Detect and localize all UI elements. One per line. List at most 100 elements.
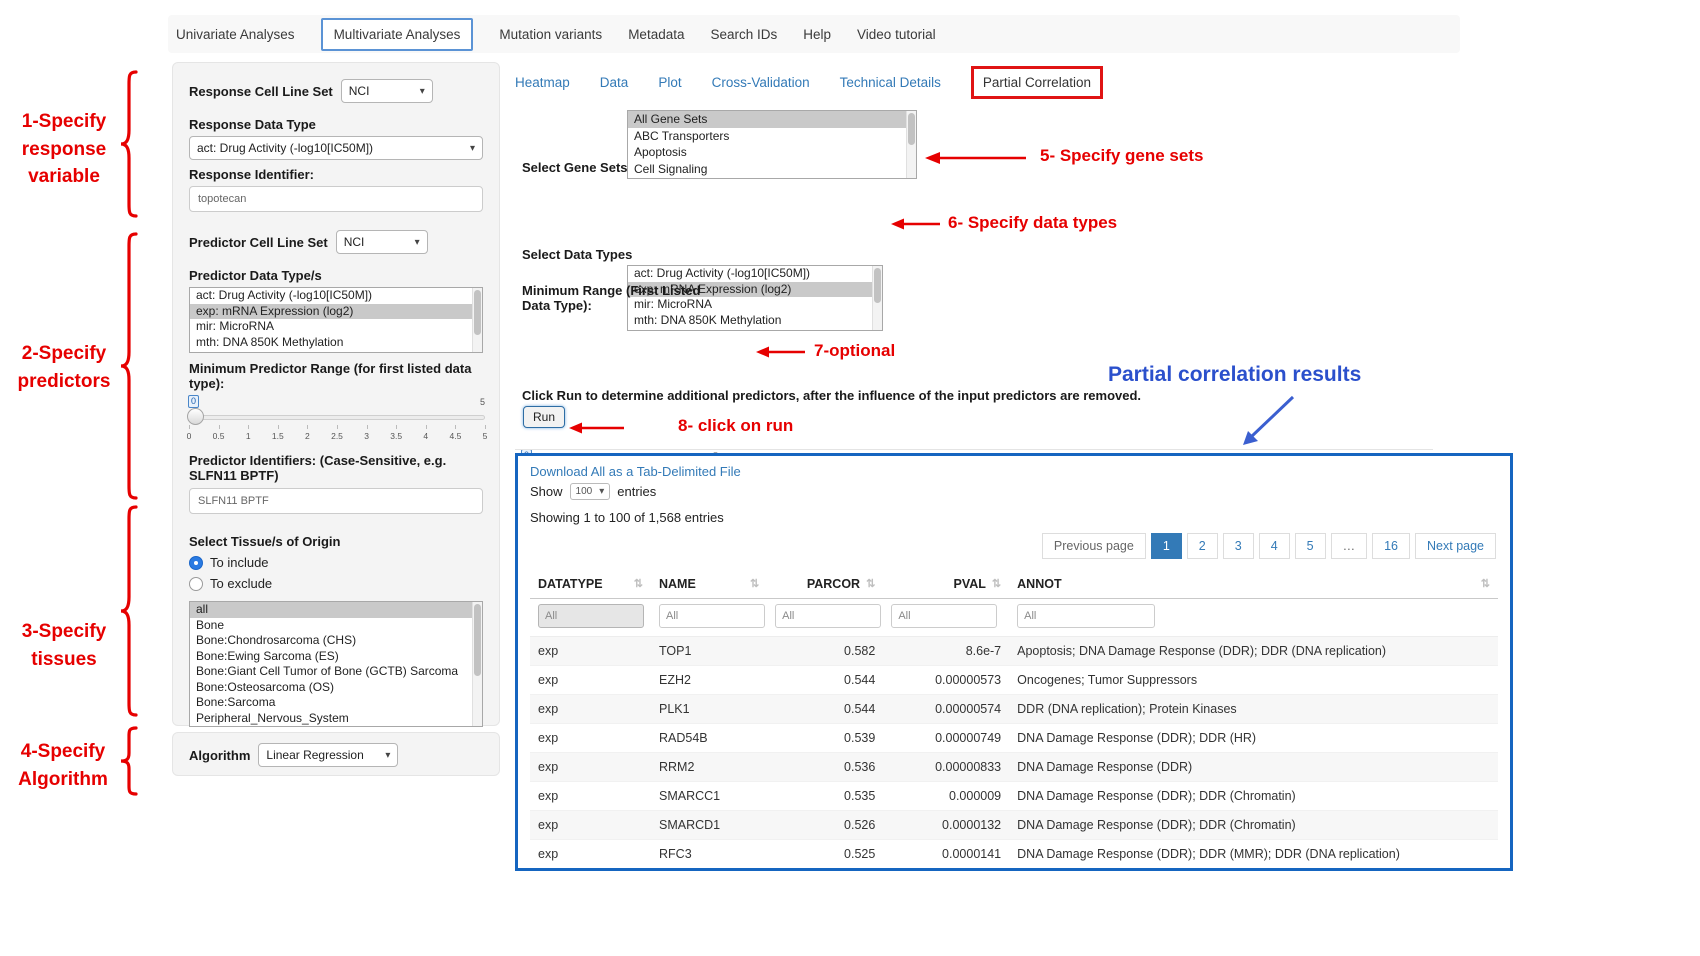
tab-plot[interactable]: Plot (658, 75, 681, 90)
col-label: NAME (659, 577, 696, 591)
chevron-down-icon: ▾ (599, 486, 604, 497)
predictor-data-types-list[interactable]: act: Drug Activity (-log10[IC50M]) exp: … (189, 287, 483, 353)
page-button[interactable]: 4 (1259, 533, 1290, 559)
response-cell-line-set-select[interactable]: NCI ▾ (341, 79, 433, 103)
cell-pval: 0.00000749 (883, 724, 1009, 753)
slider-track[interactable] (189, 415, 485, 420)
min-predictor-range-slider[interactable]: 0 5 0 0.5 1 1.5 2 2.5 3 3.5 4 4.5 5 (189, 399, 485, 443)
page-button-active[interactable]: 1 (1151, 533, 1182, 559)
nav-mutation-variants[interactable]: Mutation variants (499, 27, 602, 42)
list-option[interactable]: Bone (190, 618, 482, 634)
scrollbar[interactable] (872, 266, 882, 330)
cell-datatype: exp (530, 811, 651, 840)
nav-metadata[interactable]: Metadata (628, 27, 684, 42)
list-option-selected[interactable]: exp: mRNA Expression (log2) (190, 304, 482, 320)
tab-data[interactable]: Data (600, 75, 629, 90)
col-header-parcor[interactable]: ⇅PARCOR (767, 569, 883, 599)
list-option[interactable]: Bone:Sarcoma (190, 695, 482, 711)
col-header-pval[interactable]: ⇅PVAL (883, 569, 1009, 599)
page-button[interactable]: 2 (1187, 533, 1218, 559)
page-button[interactable]: 16 (1372, 533, 1410, 559)
tab-partial-correlation[interactable]: Partial Correlation (983, 75, 1091, 90)
list-option[interactable]: Peripheral_Nervous_System (190, 711, 482, 727)
list-option[interactable]: ABC Transporters (628, 128, 916, 145)
list-option[interactable]: act: Drug Activity (-log10[IC50M]) (628, 266, 882, 282)
scrollbar[interactable] (906, 111, 916, 178)
predictor-cell-line-set-select[interactable]: NCI ▾ (336, 230, 428, 254)
sort-icon[interactable]: ⇅ (750, 577, 759, 590)
list-option[interactable]: mir: MicroRNA (190, 319, 482, 335)
download-link[interactable]: Download All as a Tab-Delimited File (530, 464, 741, 479)
nav-multivariate-analyses[interactable]: Multivariate Analyses (321, 18, 474, 51)
tab-technical-details[interactable]: Technical Details (840, 75, 941, 90)
nav-univariate-analyses[interactable]: Univariate Analyses (176, 27, 295, 42)
col-header-annot[interactable]: ANNOT⇅ (1009, 569, 1498, 599)
prev-page-button[interactable]: Previous page (1042, 533, 1146, 559)
table-row: exp CHAF1B 0.522 0.0000157 DDR (DNA repl… (530, 869, 1498, 872)
nav-search-ids[interactable]: Search IDs (710, 27, 777, 42)
list-option[interactable]: Cell Signaling (628, 161, 916, 178)
tab-cross-validation[interactable]: Cross-Validation (712, 75, 810, 90)
list-option[interactable]: mth: DNA 850K Methylation (628, 313, 882, 329)
sort-icon[interactable]: ⇅ (634, 577, 643, 590)
list-option[interactable]: Bone:Giant Cell Tumor of Bone (GCTB) Sar… (190, 664, 482, 680)
page-button[interactable]: 3 (1223, 533, 1254, 559)
radio-unselected-icon[interactable] (189, 577, 203, 591)
list-option[interactable]: Bone:Osteosarcoma (OS) (190, 680, 482, 696)
entries-select[interactable]: 100 ▾ (570, 483, 611, 500)
scrollbar[interactable] (472, 602, 482, 726)
gene-sets-list[interactable]: All Gene Sets ABC Transporters Apoptosis… (627, 110, 917, 179)
scrollbar-thumb[interactable] (908, 113, 915, 145)
next-page-button[interactable]: Next page (1415, 533, 1496, 559)
tissue-exclude-option[interactable]: To exclude (189, 576, 483, 591)
col-header-name[interactable]: NAME ⇅ (651, 569, 767, 599)
nav-help[interactable]: Help (803, 27, 831, 42)
annotation-results-label: Partial correlation results (1108, 363, 1361, 387)
list-option[interactable]: Bone:Chondrosarcoma (CHS) (190, 633, 482, 649)
list-option[interactable]: Apoptosis (628, 144, 916, 161)
scrollbar-thumb[interactable] (474, 604, 481, 676)
list-option-selected[interactable]: all (190, 602, 482, 618)
radio-selected-icon[interactable] (189, 556, 203, 570)
table-row: exp SMARCC1 0.535 0.000009 DNA Damage Re… (530, 782, 1498, 811)
slider-max-label: 5 (480, 397, 485, 407)
sort-icon[interactable]: ⇅ (1481, 577, 1490, 590)
tissue-include-option[interactable]: To include (189, 555, 483, 570)
tissue-list[interactable]: all Bone Bone:Chondrosarcoma (CHS) Bone:… (189, 601, 483, 727)
response-cell-line-set-label: Response Cell Line Set (189, 84, 333, 99)
response-identifier-input[interactable]: topotecan (189, 186, 483, 212)
min-predictor-range-label: Minimum Predictor Range (for first liste… (189, 361, 489, 391)
list-option-selected[interactable]: All Gene Sets (628, 111, 916, 128)
scrollbar-thumb[interactable] (874, 268, 881, 303)
slider-handle[interactable] (187, 408, 204, 425)
tab-heatmap[interactable]: Heatmap (515, 75, 570, 90)
list-option[interactable]: act: Drug Activity (-log10[IC50M]) (190, 288, 482, 304)
input-sidebar: Response Cell Line Set NCI ▾ Response Da… (172, 62, 500, 726)
predictor-identifiers-input[interactable]: SLFN11 BPTF (189, 488, 483, 514)
cell-annot: Apoptosis; DNA Damage Response (DDR); DD… (1009, 637, 1498, 666)
run-button[interactable]: Run (523, 406, 565, 428)
table-filter-row (530, 599, 1498, 637)
page-ellipsis: … (1331, 533, 1368, 559)
scrollbar-thumb[interactable] (474, 290, 481, 335)
response-data-type-select[interactable]: act: Drug Activity (-log10[IC50M]) ▾ (189, 136, 483, 160)
filter-datatype-input[interactable] (538, 604, 644, 628)
filter-annot-input[interactable] (1017, 604, 1155, 628)
cell-annot: DDR (DNA replication); Protein Kinases (1009, 695, 1498, 724)
page-button[interactable]: 5 (1295, 533, 1326, 559)
col-header-datatype[interactable]: DATATYPE⇅ (530, 569, 651, 599)
annotation-brace-1 (119, 70, 139, 218)
scrollbar[interactable] (472, 288, 482, 352)
sort-icon[interactable]: ⇅ (866, 577, 875, 590)
list-option[interactable]: mth: DNA 850K Methylation (190, 335, 482, 351)
filter-pval-input[interactable] (891, 604, 997, 628)
sort-icon[interactable]: ⇅ (992, 577, 1001, 590)
nav-video-tutorial[interactable]: Video tutorial (857, 27, 936, 42)
filter-parcor-input[interactable] (775, 604, 881, 628)
list-option[interactable]: Bone:Ewing Sarcoma (ES) (190, 649, 482, 665)
algorithm-select[interactable]: Linear Regression ▾ (258, 743, 398, 767)
cell-datatype: exp (530, 753, 651, 782)
cell-annot: Oncogenes; Tumor Suppressors (1009, 666, 1498, 695)
filter-name-input[interactable] (659, 604, 765, 628)
annotation-step8-text: 8- click on run (678, 414, 793, 439)
